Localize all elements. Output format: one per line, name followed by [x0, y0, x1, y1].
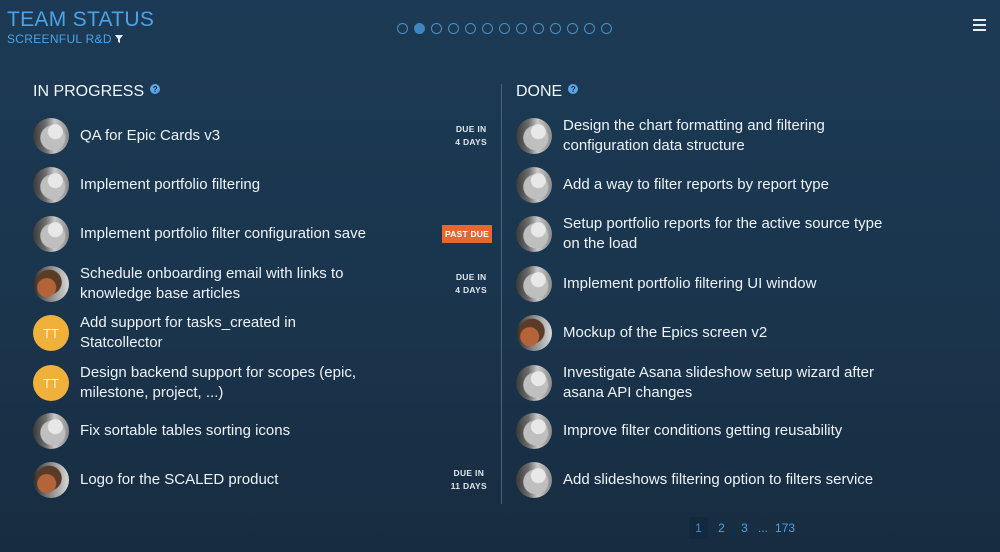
in-progress-header: IN PROGRESS ?: [33, 83, 493, 101]
task-title: Implement portfolio filtering UI window: [563, 275, 817, 292]
avatar: [516, 315, 552, 351]
slide-dot[interactable]: [550, 23, 561, 34]
avatar: TT: [33, 315, 69, 351]
avatar: [33, 216, 69, 252]
task-title: Investigate Asana slideshow setup wizard…: [563, 364, 875, 401]
task-row[interactable]: Implement portfolio filtering UI window: [516, 264, 976, 304]
slide-dot[interactable]: [465, 23, 476, 34]
due-days: 11 DAYS: [450, 481, 487, 491]
avatar: [33, 167, 69, 203]
page-link[interactable]: 3: [735, 517, 754, 539]
team-selector[interactable]: SCREENFUL R&D: [7, 32, 123, 46]
task-row[interactable]: Implement portfolio filtering: [33, 165, 493, 205]
task-title: Fix sortable tables sorting icons: [80, 422, 291, 439]
avatar: [516, 413, 552, 449]
task-row[interactable]: Investigate Asana slideshow setup wizard…: [516, 363, 976, 403]
slide-dot[interactable]: [448, 23, 459, 34]
column-divider: [501, 84, 502, 504]
filter-icon: [114, 35, 123, 43]
done-header: DONE ?: [516, 83, 976, 101]
task-row[interactable]: TT Design backend support for scopes (epi…: [33, 363, 493, 403]
help-icon[interactable]: ?: [568, 84, 579, 94]
task-title: Design backend support for scopes (epic,…: [80, 364, 356, 401]
avatar: [516, 216, 552, 252]
avatar: [33, 118, 69, 154]
task-title: QA for Epic Cards v3: [80, 127, 221, 144]
slide-dot[interactable]: [584, 23, 595, 34]
due-label: DUE IN: [455, 124, 487, 134]
task-row[interactable]: Setup portfolio reports for the active s…: [516, 214, 976, 254]
page-ellipsis: ...: [758, 521, 769, 535]
page-link[interactable]: 2: [712, 517, 731, 539]
task-row[interactable]: Design the chart formatting and filterin…: [516, 116, 976, 156]
avatar: [516, 167, 552, 203]
avatar: TT: [33, 365, 69, 401]
avatar: [33, 266, 69, 302]
slide-dot[interactable]: [431, 23, 442, 34]
avatar: [516, 118, 552, 154]
task-row[interactable]: Add a way to filter reports by report ty…: [516, 165, 976, 205]
task-title: Schedule onboarding email with links to …: [80, 265, 344, 302]
due-days: 4 DAYS: [455, 285, 487, 295]
task-title: Add support for tasks_created in Statcol…: [80, 314, 296, 351]
avatar: [33, 462, 69, 498]
task-title: Add slideshows filtering option to filte…: [563, 471, 874, 488]
task-title: Design the chart formatting and filterin…: [563, 117, 825, 154]
task-row[interactable]: Logo for the SCALED product DUE IN 11 DAYS: [33, 460, 493, 500]
due-label: DUE IN: [453, 468, 485, 478]
avatar: [516, 365, 552, 401]
help-icon[interactable]: ?: [150, 84, 161, 94]
avatar: [516, 266, 552, 302]
slide-dot[interactable]: [397, 23, 408, 34]
task-row[interactable]: Fix sortable tables sorting icons: [33, 411, 493, 451]
hamburger-menu-icon[interactable]: [973, 19, 986, 31]
avatar: [516, 462, 552, 498]
task-row[interactable]: QA for Epic Cards v3 DUE IN 4 DAYS: [33, 116, 493, 156]
slide-dot[interactable]: [533, 23, 544, 34]
team-name: SCREENFUL R&D: [7, 32, 112, 46]
due-days: 4 DAYS: [455, 137, 487, 147]
due-badge: DUE IN 4 DAYS: [455, 271, 487, 297]
task-row[interactable]: Add slideshows filtering option to filte…: [516, 460, 976, 500]
task-row[interactable]: Improve filter conditions getting reusab…: [516, 411, 976, 451]
task-title: Add a way to filter reports by report ty…: [563, 176, 829, 193]
task-title: Mockup of the Epics screen v2: [563, 324, 768, 341]
pagination: 1 2 3... 173: [689, 517, 800, 539]
slide-dot[interactable]: [482, 23, 493, 34]
slide-dot[interactable]: [499, 23, 510, 34]
slide-dot[interactable]: [414, 23, 425, 34]
due-badge: DUE IN 11 DAYS: [451, 467, 487, 493]
slide-dot[interactable]: [567, 23, 578, 34]
slide-indicator: [397, 23, 612, 34]
task-row[interactable]: Schedule onboarding email with links to …: [33, 264, 493, 304]
in-progress-column: IN PROGRESS ? QA for Epic Cards v3 DUE IN…: [33, 83, 493, 498]
done-title: DONE: [516, 83, 563, 100]
slide-dot[interactable]: [516, 23, 527, 34]
task-title: Setup portfolio reports for the active s…: [563, 215, 883, 252]
slide-dot[interactable]: [601, 23, 612, 34]
done-column: DONE ? Design the chart formatting and f…: [516, 83, 976, 498]
page-link-last[interactable]: 173: [770, 517, 800, 539]
task-row[interactable]: TT Add support for tasks_created in Statc…: [33, 313, 493, 353]
task-title: Implement portfolio filter configuration…: [80, 225, 366, 242]
task-row[interactable]: Mockup of the Epics screen v2: [516, 313, 976, 353]
page-link[interactable]: 1: [689, 517, 708, 539]
task-row[interactable]: Implement portfolio filter configuration…: [33, 214, 493, 254]
avatar: [33, 413, 69, 449]
in-progress-title: IN PROGRESS: [33, 83, 145, 100]
task-title: Implement portfolio filtering: [80, 176, 261, 193]
due-badge: DUE IN 4 DAYS: [455, 123, 487, 149]
header-title: TEAM STATUS: [7, 8, 155, 31]
task-title: Improve filter conditions getting reusab…: [563, 422, 843, 439]
past-due-badge: PAST DUE: [442, 225, 492, 243]
due-label: DUE IN: [455, 272, 487, 282]
task-title: Logo for the SCALED product: [80, 471, 279, 488]
